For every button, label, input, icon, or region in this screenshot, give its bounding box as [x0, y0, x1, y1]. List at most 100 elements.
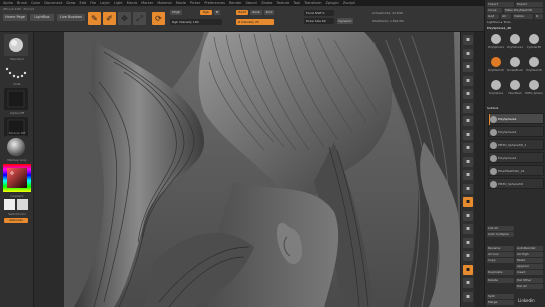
menu-item-draw[interactable]: Draw: [66, 1, 75, 5]
shelf-polyf-button[interactable]: ▪: [463, 237, 473, 248]
m-button[interactable]: M: [214, 10, 220, 15]
move-button[interactable]: ✥: [118, 12, 131, 25]
shelf-transp-button[interactable]: ▪: [463, 251, 473, 261]
merge-button[interactable]: Merge: [487, 300, 514, 305]
insert-button[interactable]: Insert: [516, 270, 543, 275]
draw-size-slider[interactable]: Draw Size 64: [304, 18, 334, 24]
rgb-button[interactable]: Rgb: [200, 10, 212, 15]
menu-item-material[interactable]: Material: [157, 1, 171, 5]
alpha-picker[interactable]: [4, 88, 28, 110]
home-page-button[interactable]: Home Page: [3, 14, 27, 21]
zcut-button[interactable]: Zcut: [264, 10, 274, 15]
shelf-xpose-button[interactable]: ▪: [463, 291, 473, 302]
menu-item-render[interactable]: Render: [229, 1, 241, 5]
tool-thumb[interactable]: Cylinder3D: [525, 33, 543, 55]
subtool-item[interactable]: FiberMeshHair_01: [488, 165, 544, 176]
subtool-item[interactable]: PolySphere1: [488, 113, 544, 125]
shelf-scroll-button[interactable]: ▪: [463, 62, 473, 72]
z-intensity-slider[interactable]: Z Intensity 25: [236, 19, 274, 25]
menu-item-macro[interactable]: Macro: [127, 1, 138, 5]
shelf-rotate-button[interactable]: ▪: [463, 210, 473, 221]
make-polymesh-button[interactable]: Make PolyMesh3D: [504, 8, 543, 13]
subtool-header[interactable]: Subtool: [487, 106, 498, 111]
r-button[interactable]: R: [535, 14, 543, 19]
del-other-button[interactable]: Del Other: [516, 278, 543, 283]
clone-button[interactable]: Clone: [487, 8, 502, 13]
scale-button[interactable]: ⤢: [133, 12, 146, 25]
tool-thumb[interactable]: PolyMesh3D: [487, 56, 505, 78]
shelf-ghost-button[interactable]: ▪: [463, 264, 473, 275]
material-picker[interactable]: [4, 136, 28, 158]
all-low-button[interactable]: All Low: [487, 252, 514, 257]
menu-item-picker[interactable]: Picker: [190, 1, 200, 5]
brush-picker[interactable]: [4, 34, 28, 56]
menu-item-edit[interactable]: Edit: [80, 1, 87, 5]
rotate-button[interactable]: ⟳: [152, 12, 165, 25]
subtool-item[interactable]: PolySphere1: [488, 152, 544, 163]
menu-item-texture[interactable]: Texture: [276, 1, 289, 5]
menu-item-stroke[interactable]: Stroke: [261, 1, 272, 5]
shelf-line-fill-button[interactable]: ▪: [463, 224, 473, 234]
menu-item-tool[interactable]: Tool: [293, 1, 300, 5]
main-color-swatch[interactable]: [4, 199, 15, 210]
shelf-floor-button[interactable]: ▪: [463, 129, 473, 140]
subtool-item[interactable]: PolySphere1: [488, 126, 544, 137]
menu-item-document[interactable]: Document: [44, 1, 62, 5]
color-picker[interactable]: [3, 164, 31, 192]
tool-thumb[interactable]: PolySphere1: [506, 33, 524, 55]
draw-button[interactable]: ✐: [103, 12, 116, 25]
canvas-viewport[interactable]: [34, 32, 460, 307]
rename-button[interactable]: Rename: [487, 246, 514, 251]
menu-item-brush[interactable]: Brush: [17, 1, 27, 5]
shelf-local-button[interactable]: ▪: [463, 143, 473, 153]
tool-thumb[interactable]: SimpleBrush: [506, 56, 524, 78]
export-button[interactable]: Export: [516, 2, 543, 7]
tool-thumb[interactable]: PolyMesh3D: [525, 56, 543, 78]
visible-button[interactable]: Visible: [513, 14, 533, 19]
shelf-persp-button[interactable]: ▪: [463, 116, 473, 126]
shelf-spix-button[interactable]: ▪: [463, 48, 473, 59]
del-all-button[interactable]: Del All: [516, 284, 543, 289]
menu-item-layer[interactable]: Layer: [100, 1, 110, 5]
menu-item-movie[interactable]: Movie: [176, 1, 186, 5]
auto-collapse-button[interactable]: Auto Collapse: [487, 232, 514, 237]
duplicate-button[interactable]: Duplicate: [487, 270, 514, 275]
menu-item-color[interactable]: Color: [31, 1, 40, 5]
menu-item-zscript[interactable]: Zscript: [343, 1, 355, 5]
delete-button[interactable]: Delete: [487, 278, 514, 283]
rgb-intensity-slider[interactable]: Rgb Intensity 100: [170, 19, 222, 25]
mrgb-button[interactable]: Mrgb: [170, 10, 182, 15]
shelf-lsym-button[interactable]: ▪: [463, 156, 473, 167]
shelf-bpr-button[interactable]: ▪: [463, 35, 473, 45]
menu-item-preferences[interactable]: Preferences: [204, 1, 225, 5]
lightbox-button[interactable]: LightBox: [30, 14, 54, 21]
goz-button[interactable]: GoZ: [487, 14, 499, 19]
tool-thumb[interactable]: FiberMesh: [506, 79, 524, 101]
subtool-item[interactable]: PM3D_Sphere3D: [488, 178, 544, 189]
shelf-actual-button[interactable]: ▪: [463, 89, 473, 99]
secondary-color-swatch[interactable]: [17, 199, 28, 210]
shelf-zoom-button[interactable]: ▪: [463, 75, 473, 86]
menu-item-marker[interactable]: Marker: [141, 1, 153, 5]
shelf-aahalf-button[interactable]: ▪: [463, 102, 473, 113]
list-all-button[interactable]: List All: [487, 226, 514, 231]
edit-button[interactable]: ✎: [88, 12, 101, 25]
menu-item-light[interactable]: Light: [114, 1, 123, 5]
autoreorder-button[interactable]: AutoReorder: [516, 246, 543, 251]
menu-item-file[interactable]: File: [90, 1, 96, 5]
switch-color-label[interactable]: SwitchColor: [3, 212, 31, 216]
copy-button[interactable]: Copy: [487, 258, 514, 263]
menu-item-stencil[interactable]: Stencil: [245, 1, 257, 5]
tool-thumb[interactable]: PM3D_Sphere3D: [525, 79, 543, 101]
zadd-button[interactable]: Zadd: [236, 10, 248, 15]
shelf-scale-button[interactable]: ▪: [463, 197, 473, 207]
dynamic-button[interactable]: Dynamic: [337, 18, 353, 24]
import-button[interactable]: Import: [487, 2, 514, 7]
menu-item-alpha[interactable]: Alpha: [3, 1, 13, 5]
subtool-item[interactable]: PM3D_Sphere3D_1: [488, 139, 544, 150]
focal-shift-slider[interactable]: Focal Shift 0: [304, 10, 334, 16]
append-button[interactable]: Append: [516, 264, 543, 269]
menu-item-transform[interactable]: Transform: [304, 1, 321, 5]
all-high-button[interactable]: All High: [516, 252, 543, 257]
shelf-move-button[interactable]: ▪: [463, 183, 473, 194]
